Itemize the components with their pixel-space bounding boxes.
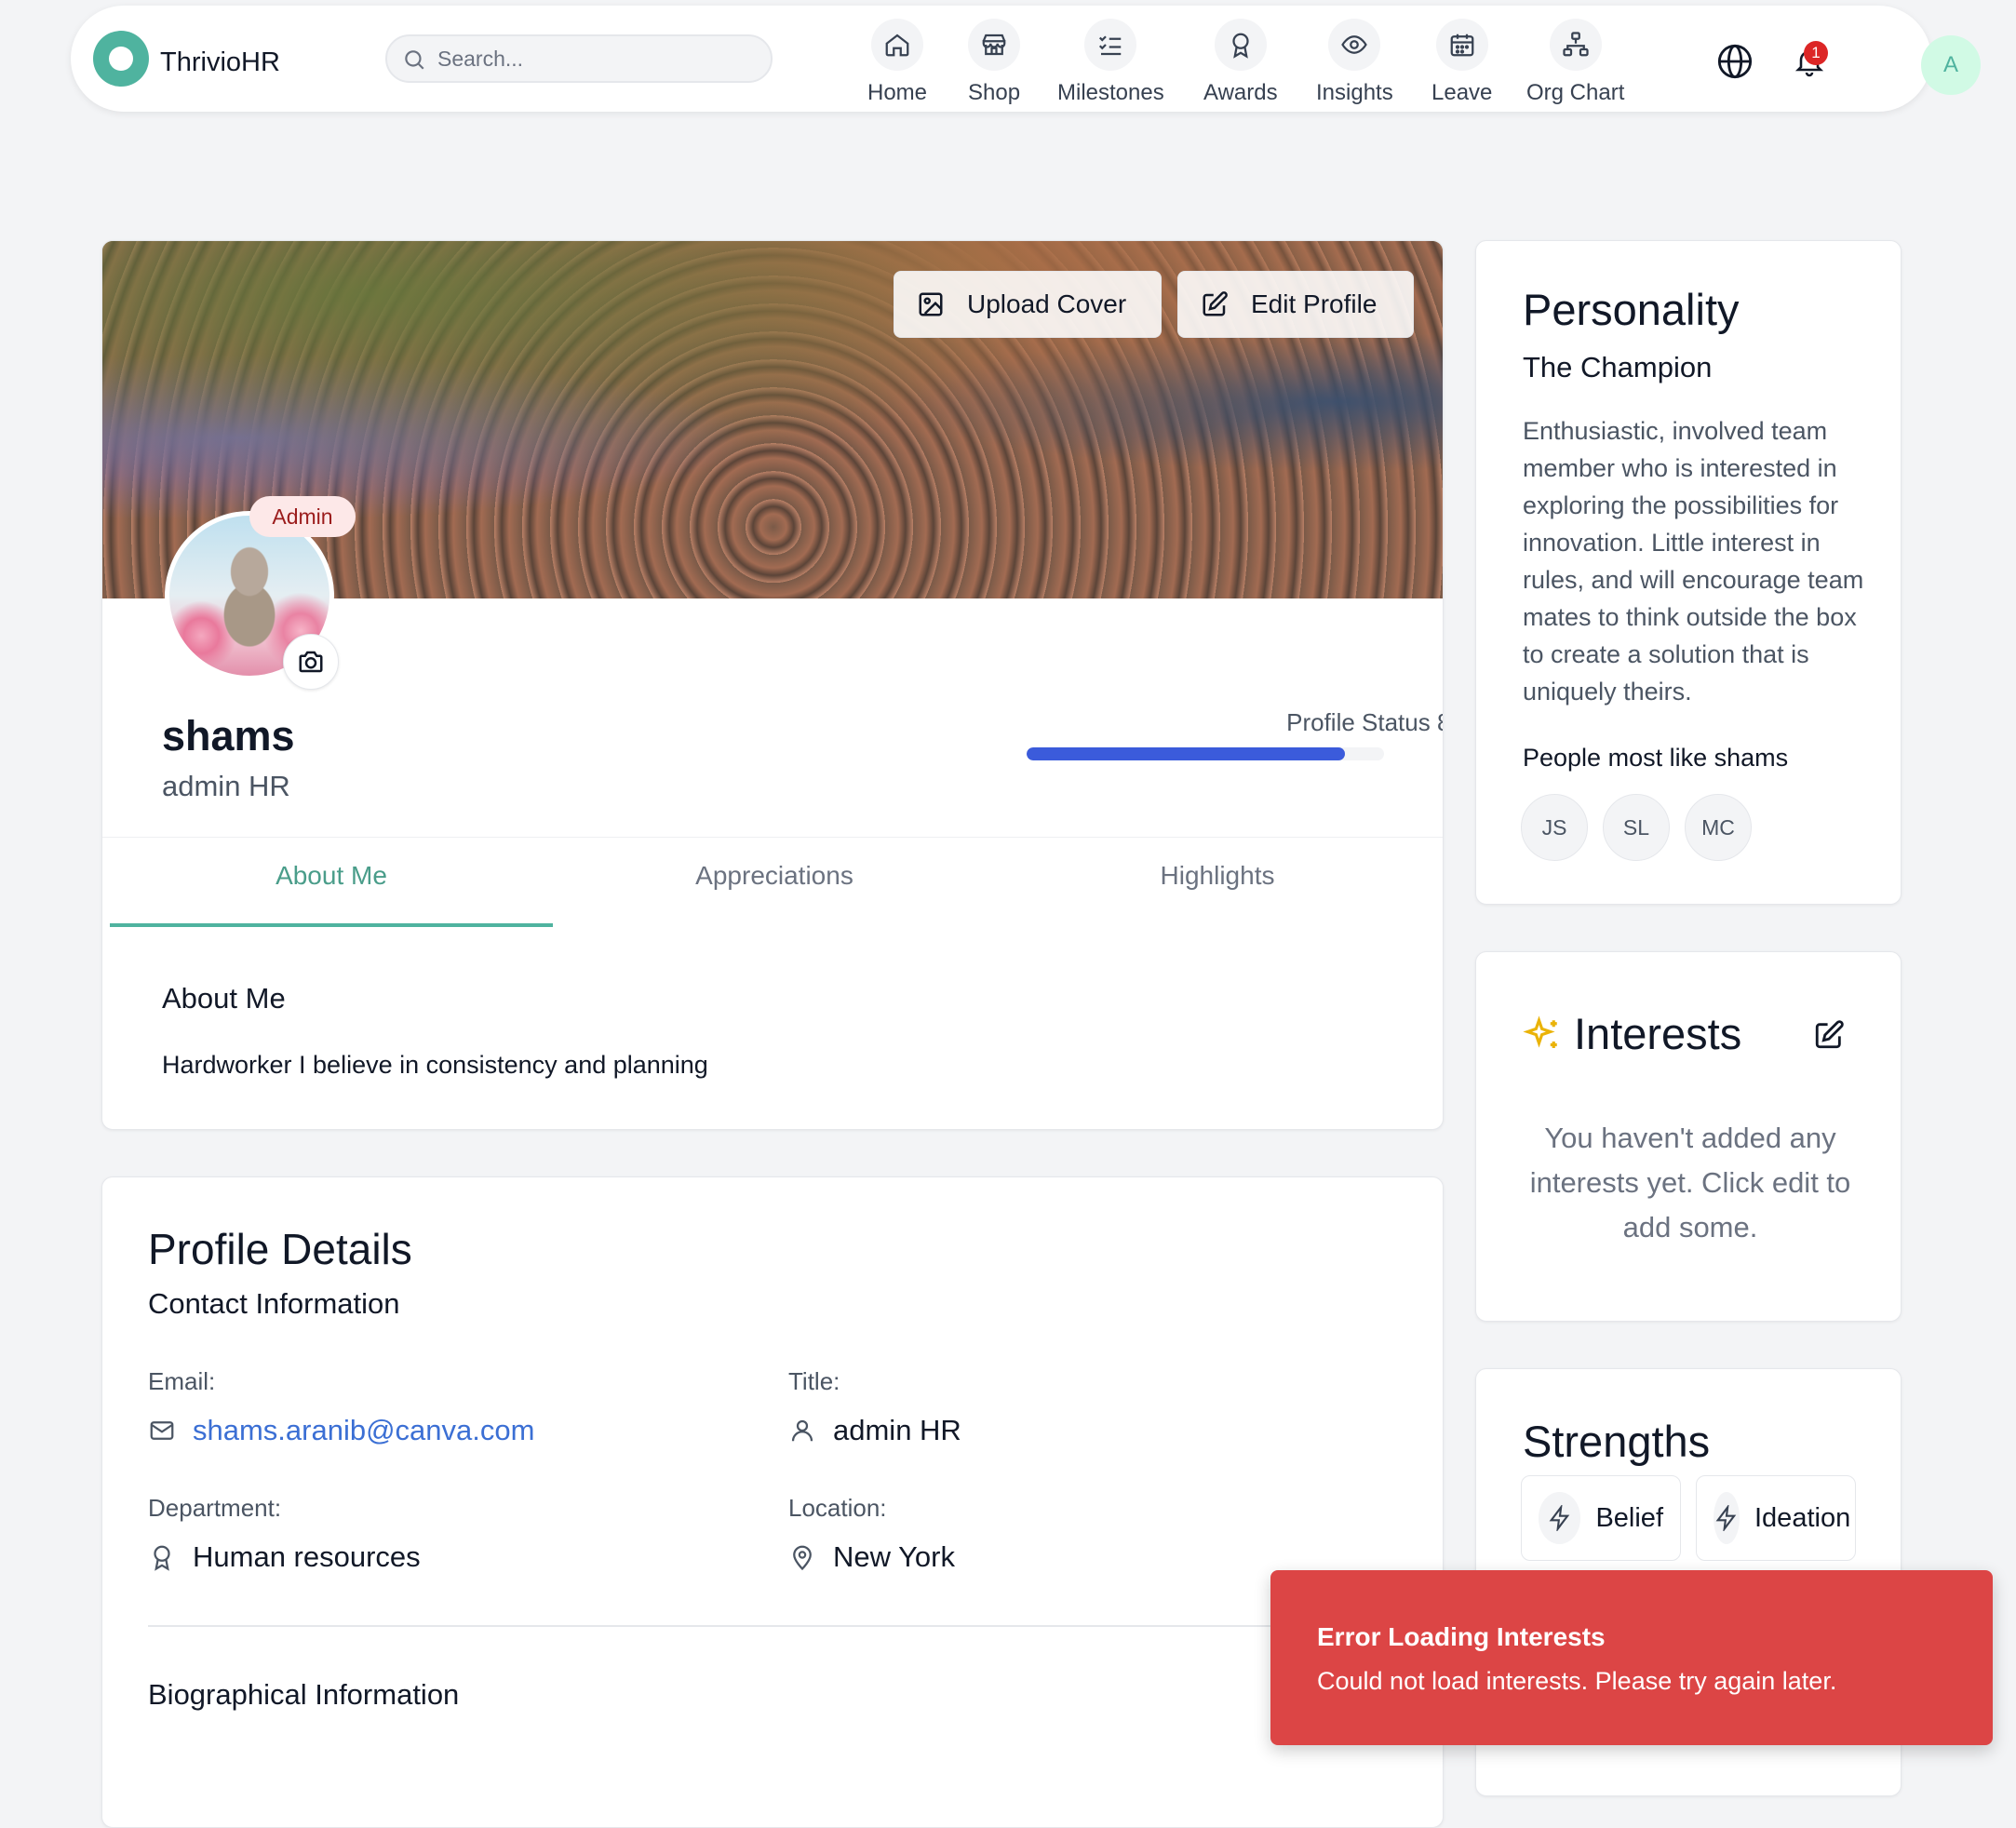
profile-title: admin HR bbox=[162, 770, 290, 802]
search-input[interactable] bbox=[437, 45, 754, 73]
nav-org-chart-label: Org Chart bbox=[1526, 80, 1625, 105]
nav-awards-label: Awards bbox=[1203, 80, 1278, 105]
change-photo-button[interactable] bbox=[283, 634, 339, 690]
profile-card: Upload Cover Edit Profile Admin shams ad… bbox=[101, 240, 1444, 1130]
department-text: Human resources bbox=[193, 1540, 421, 1573]
details-title: Profile Details bbox=[148, 1225, 412, 1273]
email-value[interactable]: shams.aranib@canva.com bbox=[148, 1414, 534, 1447]
image-icon bbox=[919, 292, 943, 316]
location-label: Location: bbox=[788, 1494, 887, 1522]
profile-name: shams bbox=[162, 712, 295, 759]
people-like-label: People most like shams bbox=[1523, 744, 1789, 772]
title-value: admin HR bbox=[788, 1414, 961, 1447]
eye-icon bbox=[1341, 35, 1368, 54]
strengths-title: Strengths bbox=[1523, 1417, 1711, 1466]
nav-shop[interactable]: Shop bbox=[968, 19, 1020, 106]
store-icon bbox=[982, 34, 1006, 56]
lightning-icon bbox=[1549, 1505, 1569, 1531]
nav-awards[interactable]: Awards bbox=[1203, 19, 1278, 106]
nav-shop-label: Shop bbox=[968, 80, 1021, 105]
department-label: Department: bbox=[148, 1494, 282, 1522]
logo-icon[interactable] bbox=[93, 31, 149, 87]
nav-home[interactable]: Home bbox=[867, 19, 927, 106]
top-navbar: ThrivioHR Home Shop Milestones Awards In… bbox=[71, 6, 1981, 112]
checklist-icon bbox=[1099, 35, 1122, 56]
org-chart-icon bbox=[1563, 32, 1589, 57]
strength-chip: Ideation bbox=[1696, 1475, 1856, 1561]
profile-details-card: Profile Details Contact Information Emai… bbox=[101, 1176, 1444, 1828]
tab-about-me[interactable]: About Me bbox=[110, 838, 553, 927]
home-icon bbox=[885, 34, 909, 57]
nav-insights-label: Insights bbox=[1316, 80, 1393, 105]
title-label: Title: bbox=[788, 1367, 840, 1395]
person-avatar[interactable]: JS bbox=[1521, 794, 1588, 861]
calendar-icon bbox=[1450, 34, 1474, 57]
interests-empty-text: You haven't added any interests yet. Cli… bbox=[1529, 1122, 1851, 1243]
details-divider bbox=[148, 1625, 1399, 1627]
mail-icon bbox=[150, 1421, 174, 1440]
upload-cover-button[interactable]: Upload Cover bbox=[894, 271, 1162, 338]
edit-interests-icon[interactable] bbox=[1813, 1019, 1845, 1051]
award-icon bbox=[154, 1545, 170, 1571]
edit-profile-label: Edit Profile bbox=[1251, 289, 1378, 318]
nav-leave[interactable]: Leave bbox=[1431, 19, 1492, 106]
title-text: admin HR bbox=[833, 1414, 961, 1446]
nav-milestones[interactable]: Milestones bbox=[1057, 19, 1164, 106]
person-avatar[interactable]: MC bbox=[1685, 794, 1752, 861]
user-avatar[interactable]: A bbox=[1921, 35, 1981, 95]
about-text: Hardworker I believe in consistency and … bbox=[162, 1051, 708, 1079]
tab-highlights[interactable]: Highlights bbox=[996, 838, 1439, 927]
profile-status-fill bbox=[1027, 747, 1345, 760]
personality-type: The Champion bbox=[1523, 351, 1713, 383]
edit-profile-button[interactable]: Edit Profile bbox=[1177, 271, 1414, 338]
strength-label: Belief bbox=[1595, 1502, 1663, 1533]
search-box[interactable] bbox=[385, 34, 773, 83]
strength-label: Ideation bbox=[1754, 1502, 1851, 1533]
email-label: Email: bbox=[148, 1367, 216, 1395]
strength-chip: Belief bbox=[1521, 1475, 1681, 1561]
map-pin-icon bbox=[793, 1545, 812, 1571]
upload-cover-label: Upload Cover bbox=[967, 289, 1127, 318]
camera-icon bbox=[299, 651, 323, 673]
edit-icon bbox=[1203, 291, 1228, 316]
bio-heading: Biographical Information bbox=[148, 1678, 460, 1711]
toast-title: Error Loading Interests bbox=[1317, 1622, 1606, 1651]
email-link[interactable]: shams.aranib@canva.com bbox=[193, 1414, 534, 1447]
error-toast[interactable]: Error Loading Interests Could not load i… bbox=[1270, 1570, 1993, 1745]
location-value: New York bbox=[788, 1540, 955, 1574]
tab-appreciations[interactable]: Appreciations bbox=[553, 838, 996, 927]
lightning-icon bbox=[1715, 1505, 1737, 1531]
nav-milestones-label: Milestones bbox=[1057, 80, 1164, 105]
nav-leave-label: Leave bbox=[1431, 80, 1493, 105]
notification-badge: 1 bbox=[1804, 41, 1828, 65]
person-avatar[interactable]: SL bbox=[1603, 794, 1670, 861]
personality-description: Enthusiastic, involved team member who i… bbox=[1523, 417, 1864, 706]
globe-icon[interactable] bbox=[1716, 43, 1754, 80]
role-badge: Admin bbox=[249, 496, 356, 537]
nav-insights[interactable]: Insights bbox=[1316, 19, 1393, 106]
about-heading: About Me bbox=[162, 982, 286, 1015]
personality-card: Personality The Champion Enthusiastic, i… bbox=[1475, 240, 1902, 905]
sparkles-icon bbox=[1523, 1015, 1557, 1048]
user-icon bbox=[791, 1419, 813, 1442]
location-text: New York bbox=[833, 1540, 955, 1573]
personality-title: Personality bbox=[1523, 285, 1740, 334]
contact-heading: Contact Information bbox=[148, 1287, 400, 1320]
interests-title: Interests bbox=[1574, 1009, 1742, 1058]
profile-status-label: Profile Status 89% bbox=[1286, 708, 1443, 736]
profile-tabs: About Me Appreciations Highlights bbox=[102, 837, 1443, 927]
nav-org-chart[interactable]: Org Chart bbox=[1526, 19, 1624, 106]
profile-status-bar bbox=[1027, 747, 1384, 760]
toast-message: Could not load interests. Please try aga… bbox=[1317, 1667, 1837, 1695]
app-name[interactable]: ThrivioHR bbox=[160, 47, 280, 78]
award-icon bbox=[1232, 33, 1249, 59]
department-value: Human resources bbox=[148, 1540, 421, 1574]
nav-home-label: Home bbox=[867, 80, 928, 105]
search-icon bbox=[405, 50, 424, 70]
interests-card: Interests You haven't added any interest… bbox=[1475, 951, 1902, 1322]
